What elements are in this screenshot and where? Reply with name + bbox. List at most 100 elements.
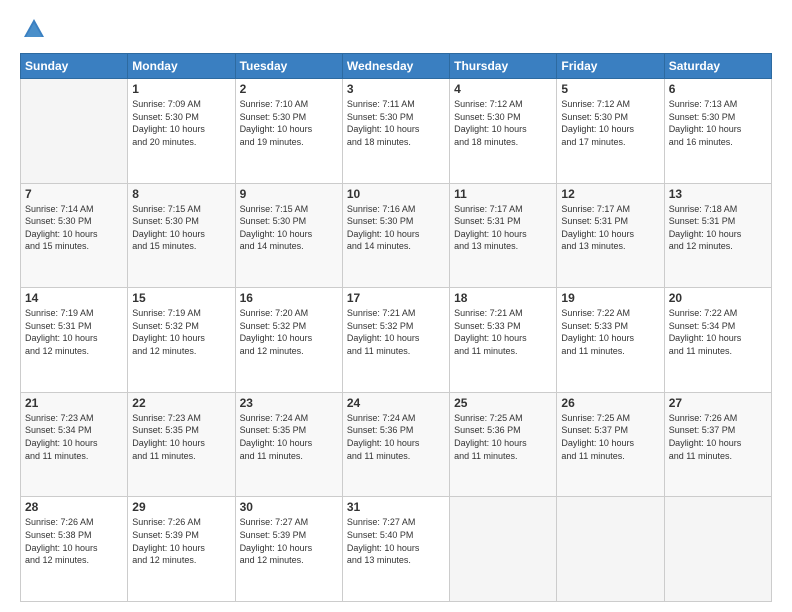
day-number: 13 [669,187,767,201]
day-info: Sunrise: 7:22 AM Sunset: 5:33 PM Dayligh… [561,307,659,357]
day-info: Sunrise: 7:25 AM Sunset: 5:37 PM Dayligh… [561,412,659,462]
calendar-table: SundayMondayTuesdayWednesdayThursdayFrid… [20,53,772,602]
day-info: Sunrise: 7:21 AM Sunset: 5:32 PM Dayligh… [347,307,445,357]
calendar-day-cell: 13Sunrise: 7:18 AM Sunset: 5:31 PM Dayli… [664,183,771,288]
calendar-day-cell: 28Sunrise: 7:26 AM Sunset: 5:38 PM Dayli… [21,497,128,602]
day-info: Sunrise: 7:15 AM Sunset: 5:30 PM Dayligh… [132,203,230,253]
logo-icon [20,15,48,43]
calendar-day-cell: 5Sunrise: 7:12 AM Sunset: 5:30 PM Daylig… [557,79,664,184]
day-number: 6 [669,82,767,96]
calendar-day-header: Wednesday [342,54,449,79]
day-info: Sunrise: 7:23 AM Sunset: 5:34 PM Dayligh… [25,412,123,462]
day-number: 14 [25,291,123,305]
day-number: 1 [132,82,230,96]
calendar-day-header: Thursday [450,54,557,79]
day-number: 19 [561,291,659,305]
day-number: 30 [240,500,338,514]
day-number: 27 [669,396,767,410]
calendar-day-cell: 12Sunrise: 7:17 AM Sunset: 5:31 PM Dayli… [557,183,664,288]
calendar-day-header: Monday [128,54,235,79]
calendar-day-cell: 31 Sunrise: 7:27 AM Sunset: 5:40 PM Dayli… [342,497,449,602]
day-number: 26 [561,396,659,410]
day-info: Sunrise: 7:25 AM Sunset: 5:36 PM Dayligh… [454,412,552,462]
calendar-week-row: 28Sunrise: 7:26 AM Sunset: 5:38 PM Dayli… [21,497,772,602]
calendar-day-cell: 9Sunrise: 7:15 AM Sunset: 5:30 PM Daylig… [235,183,342,288]
day-number: 23 [240,396,338,410]
calendar-day-cell: 8 Sunrise: 7:15 AM Sunset: 5:30 PM Daylig… [128,183,235,288]
calendar-week-row: 7 Sunrise: 7:14 AM Sunset: 5:30 PM Daylig… [21,183,772,288]
calendar-week-row: 21 Sunrise: 7:23 AM Sunset: 5:34 PM Dayli… [21,392,772,497]
calendar-day-cell: 3Sunrise: 7:11 AM Sunset: 5:30 PM Daylig… [342,79,449,184]
calendar-week-row: 14 Sunrise: 7:19 AM Sunset: 5:31 PM Dayli… [21,288,772,393]
calendar-day-cell: 1 Sunrise: 7:09 AM Sunset: 5:30 PM Daylig… [128,79,235,184]
day-number: 22 [132,396,230,410]
calendar-week-row: 1 Sunrise: 7:09 AM Sunset: 5:30 PM Daylig… [21,79,772,184]
day-info: Sunrise: 7:17 AM Sunset: 5:31 PM Dayligh… [454,203,552,253]
day-info: Sunrise: 7:09 AM Sunset: 5:30 PM Dayligh… [132,98,230,148]
day-number: 20 [669,291,767,305]
calendar-day-cell: 19 Sunrise: 7:22 AM Sunset: 5:33 PM Dayli… [557,288,664,393]
calendar-day-cell [21,79,128,184]
day-info: Sunrise: 7:27 AM Sunset: 5:39 PM Dayligh… [240,516,338,566]
day-info: Sunrise: 7:15 AM Sunset: 5:30 PM Dayligh… [240,203,338,253]
day-number: 24 [347,396,445,410]
day-info: Sunrise: 7:14 AM Sunset: 5:30 PM Dayligh… [25,203,123,253]
calendar-day-cell: 17 Sunrise: 7:21 AM Sunset: 5:32 PM Dayli… [342,288,449,393]
calendar-day-cell: 6 Sunrise: 7:13 AM Sunset: 5:30 PM Daylig… [664,79,771,184]
calendar-day-cell: 24 Sunrise: 7:24 AM Sunset: 5:36 PM Dayli… [342,392,449,497]
calendar-day-cell: 25 Sunrise: 7:25 AM Sunset: 5:36 PM Dayli… [450,392,557,497]
day-info: Sunrise: 7:13 AM Sunset: 5:30 PM Dayligh… [669,98,767,148]
day-number: 17 [347,291,445,305]
day-info: Sunrise: 7:21 AM Sunset: 5:33 PM Dayligh… [454,307,552,357]
day-info: Sunrise: 7:27 AM Sunset: 5:40 PM Dayligh… [347,516,445,566]
calendar-day-cell: 10 Sunrise: 7:16 AM Sunset: 5:30 PM Dayli… [342,183,449,288]
day-info: Sunrise: 7:26 AM Sunset: 5:37 PM Dayligh… [669,412,767,462]
day-number: 11 [454,187,552,201]
day-info: Sunrise: 7:24 AM Sunset: 5:36 PM Dayligh… [347,412,445,462]
calendar-day-cell: 23Sunrise: 7:24 AM Sunset: 5:35 PM Dayli… [235,392,342,497]
calendar-day-cell [664,497,771,602]
logo [20,15,52,43]
day-number: 10 [347,187,445,201]
day-number: 12 [561,187,659,201]
calendar-day-cell: 2 Sunrise: 7:10 AM Sunset: 5:30 PM Daylig… [235,79,342,184]
day-number: 8 [132,187,230,201]
day-number: 7 [25,187,123,201]
day-number: 3 [347,82,445,96]
calendar-day-cell: 22 Sunrise: 7:23 AM Sunset: 5:35 PM Dayli… [128,392,235,497]
calendar-day-cell: 30 Sunrise: 7:27 AM Sunset: 5:39 PM Dayli… [235,497,342,602]
day-number: 2 [240,82,338,96]
day-number: 28 [25,500,123,514]
calendar-day-cell: 11 Sunrise: 7:17 AM Sunset: 5:31 PM Dayli… [450,183,557,288]
day-info: Sunrise: 7:26 AM Sunset: 5:39 PM Dayligh… [132,516,230,566]
calendar-day-cell [557,497,664,602]
day-number: 15 [132,291,230,305]
calendar-day-cell: 4 Sunrise: 7:12 AM Sunset: 5:30 PM Daylig… [450,79,557,184]
day-number: 25 [454,396,552,410]
calendar-day-cell: 26 Sunrise: 7:25 AM Sunset: 5:37 PM Dayli… [557,392,664,497]
page-header [20,15,772,43]
calendar-day-cell: 16Sunrise: 7:20 AM Sunset: 5:32 PM Dayli… [235,288,342,393]
day-info: Sunrise: 7:19 AM Sunset: 5:31 PM Dayligh… [25,307,123,357]
calendar-day-cell [450,497,557,602]
calendar-day-header: Friday [557,54,664,79]
day-info: Sunrise: 7:23 AM Sunset: 5:35 PM Dayligh… [132,412,230,462]
day-number: 31 [347,500,445,514]
day-info: Sunrise: 7:22 AM Sunset: 5:34 PM Dayligh… [669,307,767,357]
day-info: Sunrise: 7:10 AM Sunset: 5:30 PM Dayligh… [240,98,338,148]
calendar-day-header: Tuesday [235,54,342,79]
calendar-day-header: Saturday [664,54,771,79]
calendar-day-cell: 7 Sunrise: 7:14 AM Sunset: 5:30 PM Daylig… [21,183,128,288]
day-info: Sunrise: 7:12 AM Sunset: 5:30 PM Dayligh… [454,98,552,148]
day-number: 16 [240,291,338,305]
calendar-header-row: SundayMondayTuesdayWednesdayThursdayFrid… [21,54,772,79]
calendar-day-cell: 21 Sunrise: 7:23 AM Sunset: 5:34 PM Dayli… [21,392,128,497]
day-number: 18 [454,291,552,305]
day-info: Sunrise: 7:16 AM Sunset: 5:30 PM Dayligh… [347,203,445,253]
day-number: 5 [561,82,659,96]
day-info: Sunrise: 7:19 AM Sunset: 5:32 PM Dayligh… [132,307,230,357]
calendar-day-cell: 18 Sunrise: 7:21 AM Sunset: 5:33 PM Dayli… [450,288,557,393]
day-number: 21 [25,396,123,410]
day-number: 4 [454,82,552,96]
calendar-day-cell: 20 Sunrise: 7:22 AM Sunset: 5:34 PM Dayli… [664,288,771,393]
